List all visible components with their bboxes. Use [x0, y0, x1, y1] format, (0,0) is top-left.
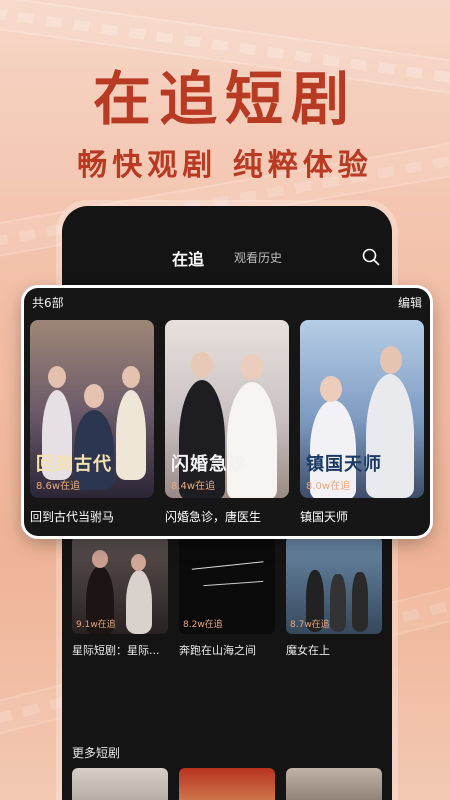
- list-item[interactable]: 8.2w在追 奔跑在山海之间: [179, 536, 275, 658]
- heat-label: 8.2w在追: [183, 620, 223, 630]
- poster-title: 闪婚急诊: [171, 454, 247, 475]
- poster-image: 8.7w在追: [286, 536, 382, 634]
- drama-title: 闪婚急诊，唐医生: [165, 510, 262, 524]
- poster-image[interactable]: [286, 768, 382, 800]
- poster-image: 回到古代 8.6w在追: [30, 320, 154, 498]
- following-panel: 共6部 编辑 回到古代 8.6w在追 回到古代当驸马 闪婚急诊 8.4w在追 闪…: [24, 288, 430, 536]
- poster-title: 镇国天师: [306, 454, 382, 475]
- poster-image: 9.1w在追: [72, 536, 168, 634]
- poster-image[interactable]: [72, 768, 168, 800]
- tab-following[interactable]: 在追: [172, 246, 204, 270]
- poster-image[interactable]: [179, 768, 275, 800]
- drama-card[interactable]: 闪婚急诊 8.4w在追 闪婚急诊，唐医生: [165, 320, 289, 525]
- drama-title: 回到古代当驸马: [30, 510, 115, 524]
- poster-image: 闪婚急诊 8.4w在追: [165, 320, 289, 498]
- heat-label: 9.1w在追: [76, 620, 116, 630]
- following-count: 共6部: [32, 296, 64, 310]
- top-tabs: 在追 观看历史: [62, 242, 392, 272]
- heat-label: 8.7w在追: [290, 620, 330, 630]
- poster-image: 镇国天师 8.0w在追: [300, 320, 424, 498]
- search-icon[interactable]: [362, 248, 380, 266]
- poster-title: 回到古代: [36, 454, 112, 475]
- hero-subtitle: 畅快观剧 纯粹体验: [77, 148, 373, 183]
- edit-button[interactable]: 编辑: [398, 294, 422, 311]
- poster-image: 8.2w在追: [179, 536, 275, 634]
- item-title: 奔跑在山海之间: [179, 644, 256, 657]
- heat-label: 8.0w在追: [306, 481, 351, 492]
- list-item[interactable]: 8.7w在追 魔女在上: [286, 536, 382, 658]
- list-item[interactable]: 9.1w在追 星际短剧：星际...: [72, 536, 168, 658]
- heat-label: 8.6w在追: [36, 481, 81, 492]
- drama-card[interactable]: 回到古代 8.6w在追 回到古代当驸马: [30, 320, 154, 525]
- heat-label: 8.4w在追: [171, 481, 216, 492]
- item-title: 星际短剧：星际...: [72, 644, 160, 657]
- more-dramas-label: 更多短剧: [72, 746, 121, 760]
- drama-card[interactable]: 镇国天师 8.0w在追 镇国天师: [300, 320, 424, 525]
- hero-title: 在追短剧: [92, 65, 357, 133]
- item-title: 魔女在上: [286, 644, 330, 657]
- tab-history[interactable]: 观看历史: [234, 249, 282, 266]
- drama-title: 镇国天师: [300, 510, 349, 524]
